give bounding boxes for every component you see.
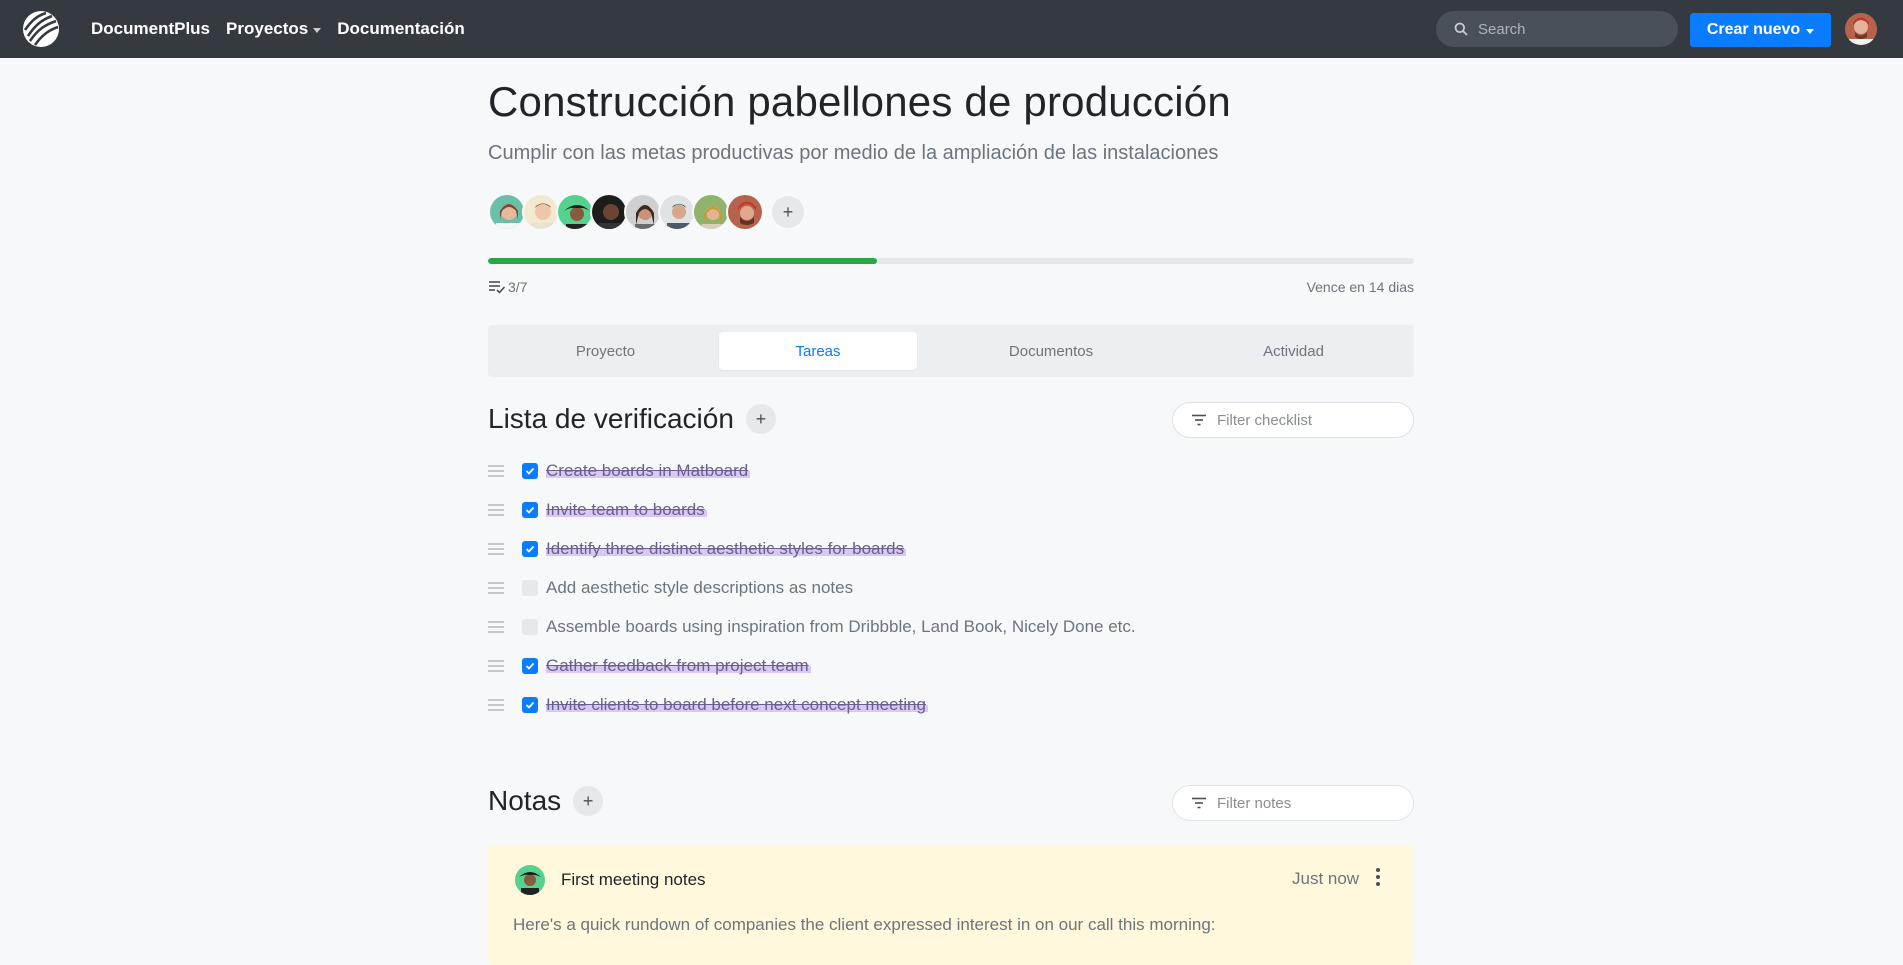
check-icon [525,467,535,475]
avatar[interactable] [522,193,560,231]
nav-brand-label: DocumentPlus [91,19,211,38]
add-member-button[interactable]: + [772,196,804,228]
caret-down-icon [1806,28,1815,34]
tab-bar: Proyecto Tareas Documentos Actividad [488,325,1414,377]
search-icon [1454,22,1468,36]
checklist-item[interactable]: Assemble boards using inspiration from D… [488,607,1414,646]
create-new-label: Crear nuevo [1706,21,1801,38]
brand-logo-icon[interactable] [22,10,60,48]
create-new-button[interactable]: Crear nuevo [1690,13,1831,47]
filter-icon [1192,797,1206,809]
tasks-count-text: 3/7 [508,279,528,295]
drag-handle-icon[interactable] [488,464,504,477]
notes-filter[interactable] [1172,785,1414,821]
nav-projects-label: Proyectos [226,19,309,38]
checklist-item[interactable]: Invite team to boards [488,490,1414,529]
filter-checklist-input[interactable] [1217,411,1407,429]
task-checkbox[interactable] [522,462,538,479]
checklist-title: Lista de verificación [488,403,734,434]
tab-documentos[interactable]: Documentos [917,332,1185,370]
checklist-item[interactable]: Gather feedback from project team [488,646,1414,685]
page-subtitle: Cumplir con las metas productivas por me… [488,142,1219,164]
filter-notes-input[interactable] [1217,794,1407,812]
note-timestamp: Just now [1292,869,1360,888]
avatar[interactable] [692,193,730,231]
filter-icon [1192,414,1206,426]
add-note-button[interactable]: + [573,786,604,816]
task-checkbox[interactable] [522,618,538,635]
checklist-item-text: Create boards in Matboard [546,460,751,481]
note-body: Here's a quick rundown of companies the … [513,915,1216,934]
progress-fill [488,258,877,264]
checklist-header: Lista de verificación + [488,403,776,435]
plus-icon: + [582,790,594,811]
task-checkbox[interactable] [522,501,538,518]
drag-handle-icon[interactable] [488,620,504,633]
checklist-icon [489,281,506,294]
tab-actividad[interactable]: Actividad [1185,332,1402,370]
checklist-item-text: Identify three distinct aesthetic styles… [546,538,907,559]
add-checklist-item-button[interactable]: + [745,404,776,434]
drag-handle-icon[interactable] [488,542,504,555]
caret-down-icon [313,27,322,33]
top-navbar: DocumentPlus Proyectos Documentación Cre… [0,0,1903,58]
checklist-item-text: Gather feedback from project team [546,655,811,676]
checklist-item[interactable]: Invite clients to board before next conc… [488,685,1414,724]
avatar[interactable] [556,193,594,231]
check-icon [525,701,535,709]
note-card[interactable]: First meeting notes Just now Here's a qu… [488,845,1414,965]
checklist-item[interactable]: Create boards in Matboard [488,451,1414,490]
avatar[interactable] [590,193,628,231]
drag-handle-icon[interactable] [488,581,504,594]
nav-docs-label: Documentación [337,19,465,38]
search-box[interactable] [1436,11,1678,47]
notes-header: Notas + [488,785,604,817]
plus-icon: + [755,408,767,429]
checklist-filter[interactable] [1172,402,1414,438]
avatar[interactable] [658,193,696,231]
checklist-item-text: Assemble boards using inspiration from D… [546,616,1136,636]
progress-bar [488,258,1414,264]
drag-handle-icon[interactable] [488,503,504,516]
plus-icon: + [782,201,794,222]
nav-projects-dropdown[interactable]: Proyectos [226,19,322,39]
nav-brand-link[interactable]: DocumentPlus [91,19,210,39]
check-icon [525,545,535,553]
more-options-icon[interactable] [1376,868,1380,886]
notes-title: Notas [488,785,562,816]
user-avatar[interactable] [1845,13,1877,45]
avatar[interactable] [488,193,526,231]
tab-tareas[interactable]: Tareas [719,332,917,370]
task-checkbox[interactable] [522,657,538,674]
check-icon [525,506,535,514]
team-avatars: + [488,193,804,231]
due-date: Vence en 14 dias [1306,279,1414,295]
page-title: Construcción pabellones de producción [488,78,1231,125]
task-checkbox[interactable] [522,579,538,596]
tab-proyecto[interactable]: Proyecto [492,332,719,370]
nav-docs-link[interactable]: Documentación [337,19,465,39]
drag-handle-icon[interactable] [488,659,504,672]
avatar[interactable] [624,193,662,231]
checklist-item-text: Add aesthetic style descriptions as note… [546,577,854,597]
checklist-item-text: Invite team to boards [546,499,707,520]
check-icon [525,662,535,670]
nav-links: DocumentPlus Proyectos Documentación [91,0,465,58]
avatar[interactable] [726,193,764,231]
checklist: Create boards in Matboard Invite team to … [488,451,1414,724]
task-checkbox[interactable] [522,540,538,557]
checklist-item[interactable]: Identify three distinct aesthetic styles… [488,529,1414,568]
avatar [515,865,545,895]
checklist-item-text: Invite clients to board before next conc… [546,694,928,715]
drag-handle-icon[interactable] [488,698,504,711]
note-title: First meeting notes [561,870,706,889]
checklist-item[interactable]: Add aesthetic style descriptions as note… [488,568,1414,607]
progress-info: 3/7 Vence en 14 dias [488,279,1414,295]
search-input[interactable] [1478,20,1658,38]
task-checkbox[interactable] [522,696,538,713]
tasks-count: 3/7 [488,279,527,295]
